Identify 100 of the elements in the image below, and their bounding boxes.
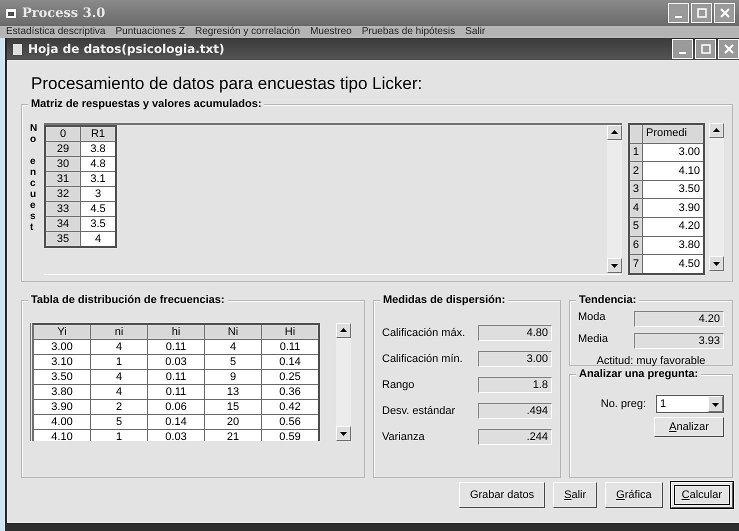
column-header: 0 bbox=[45, 126, 80, 142]
window-title: Hoja de datos(psicologia.txt) bbox=[28, 42, 226, 56]
table-cell: 21 bbox=[204, 430, 262, 441]
table-cell: 0.06 bbox=[148, 400, 204, 414]
down-arrow-icon[interactable] bbox=[339, 429, 348, 438]
row-header: 2 bbox=[628, 162, 642, 180]
row-header: 7 bbox=[628, 254, 642, 274]
column-header: hi bbox=[148, 324, 204, 340]
row-header: 35 bbox=[45, 232, 80, 247]
table-cell: 3.50 bbox=[642, 180, 704, 199]
value-field: .244 bbox=[478, 429, 552, 445]
field-label: Desv. estándar bbox=[382, 405, 456, 417]
field-label: Media bbox=[578, 333, 608, 347]
menu-item[interactable]: Pruebas de hipótesis bbox=[362, 26, 456, 37]
value-field: 3.93 bbox=[634, 333, 724, 349]
scrollbar[interactable] bbox=[709, 123, 724, 271]
table-cell: 4 bbox=[90, 370, 148, 384]
side-label: No encuest bbox=[30, 123, 38, 235]
maximize-button[interactable] bbox=[695, 39, 716, 59]
close-icon bbox=[720, 8, 730, 18]
table-cell: 0.59 bbox=[262, 430, 319, 441]
row-header: 6 bbox=[628, 236, 642, 255]
table-cell: 13 bbox=[204, 384, 262, 400]
minimize-icon bbox=[675, 16, 682, 18]
row-header: 33 bbox=[45, 202, 80, 216]
value-field: 1.8 bbox=[478, 377, 552, 393]
table-cell: 3.80 bbox=[642, 236, 704, 255]
action-button[interactable]: Calcular bbox=[670, 482, 733, 508]
table-cell: 3.50 bbox=[34, 370, 90, 384]
table-cell: 4.10 bbox=[642, 162, 704, 180]
menu-item[interactable]: Estadística descriptiva bbox=[6, 26, 106, 37]
table-cell: 3.10 bbox=[34, 354, 90, 370]
minimize-button[interactable] bbox=[668, 3, 689, 23]
maximize-button[interactable] bbox=[691, 3, 712, 23]
menu-item[interactable]: Salir bbox=[465, 26, 486, 37]
column-header: Yi bbox=[34, 324, 90, 340]
down-arrow-icon[interactable] bbox=[712, 259, 721, 268]
table-cell: 3.00 bbox=[34, 340, 90, 354]
column-header: R1 bbox=[80, 126, 116, 142]
row-header: 29 bbox=[45, 142, 80, 156]
table-cell: 3.1 bbox=[80, 172, 116, 186]
table-cell: 0.25 bbox=[262, 370, 319, 384]
table-cell: 15 bbox=[204, 400, 262, 414]
table-cell: 1 bbox=[90, 354, 148, 370]
menu-item[interactable]: Puntuaciones Z bbox=[116, 26, 185, 37]
table-cell: 1 bbox=[90, 430, 148, 441]
table-cell: 4 bbox=[80, 232, 116, 247]
table-cell: 0.36 bbox=[262, 384, 319, 400]
table-cell: 4.10 bbox=[34, 430, 90, 441]
value-field: 4.20 bbox=[634, 311, 724, 327]
table-cell: 3.90 bbox=[642, 198, 704, 218]
up-arrow-icon[interactable] bbox=[712, 126, 721, 135]
row-header: 1 bbox=[628, 143, 642, 162]
field-label: Calificación máx. bbox=[382, 327, 466, 339]
table-cell: 4.5 bbox=[80, 202, 116, 216]
table-cell: 20 bbox=[204, 414, 262, 430]
table-cell: 0.11 bbox=[148, 384, 204, 400]
maximize-icon bbox=[700, 44, 710, 54]
row-header: 3 bbox=[628, 180, 642, 199]
close-button[interactable] bbox=[718, 39, 739, 59]
column-header: Hi bbox=[262, 324, 319, 340]
menu-item[interactable]: Regresión y correlación bbox=[195, 26, 300, 37]
table-cell: 0.11 bbox=[148, 340, 204, 354]
scrollbar[interactable] bbox=[336, 323, 351, 441]
table-cell: 4.8 bbox=[80, 156, 116, 172]
action-button[interactable]: Grabar datos bbox=[458, 482, 546, 508]
action-button[interactable]: Salir bbox=[553, 482, 598, 508]
group-title: Tabla de distribución de frecuencias: bbox=[28, 294, 228, 306]
table-cell: 0.11 bbox=[148, 370, 204, 384]
row-header: 31 bbox=[45, 172, 80, 186]
minimize-button[interactable] bbox=[672, 39, 693, 59]
column-header: Promedi bbox=[642, 124, 704, 144]
question-dropdown[interactable]: 1 bbox=[656, 395, 724, 413]
scrollbar[interactable] bbox=[606, 125, 622, 273]
table-cell: 5 bbox=[204, 354, 262, 370]
menu-item[interactable]: Muestreo bbox=[310, 26, 352, 37]
up-arrow-icon[interactable] bbox=[339, 326, 348, 335]
up-arrow-icon[interactable] bbox=[610, 128, 619, 137]
row-header: 30 bbox=[45, 156, 80, 172]
column-header: Ni bbox=[204, 324, 262, 340]
table-cell: 0.03 bbox=[148, 430, 204, 441]
table-cell: 0.11 bbox=[262, 340, 319, 354]
down-arrow-icon[interactable] bbox=[610, 261, 619, 270]
value-field: 3.00 bbox=[478, 351, 552, 367]
table-cell: 3.00 bbox=[642, 143, 704, 162]
table-cell: 4 bbox=[204, 340, 262, 354]
attitude-text: Actitud: muy favorable bbox=[596, 355, 706, 367]
value-field: 4.80 bbox=[478, 325, 552, 341]
table-cell: 3.80 bbox=[34, 384, 90, 400]
analyze-button[interactable]: Analizar bbox=[654, 417, 724, 437]
table-cell: 4.50 bbox=[642, 254, 704, 274]
table-cell: 4 bbox=[90, 384, 148, 400]
action-button[interactable]: Gráfica bbox=[605, 482, 663, 508]
page-heading: Procesamiento de datos para encuestas tipo Licker: bbox=[31, 74, 424, 94]
field-label: Varianza bbox=[382, 431, 425, 443]
value-field: .494 bbox=[478, 403, 552, 419]
close-button[interactable] bbox=[714, 3, 735, 23]
field-label: Rango bbox=[382, 379, 414, 391]
table-cell: 2 bbox=[90, 400, 148, 414]
row-header: 34 bbox=[45, 216, 80, 232]
